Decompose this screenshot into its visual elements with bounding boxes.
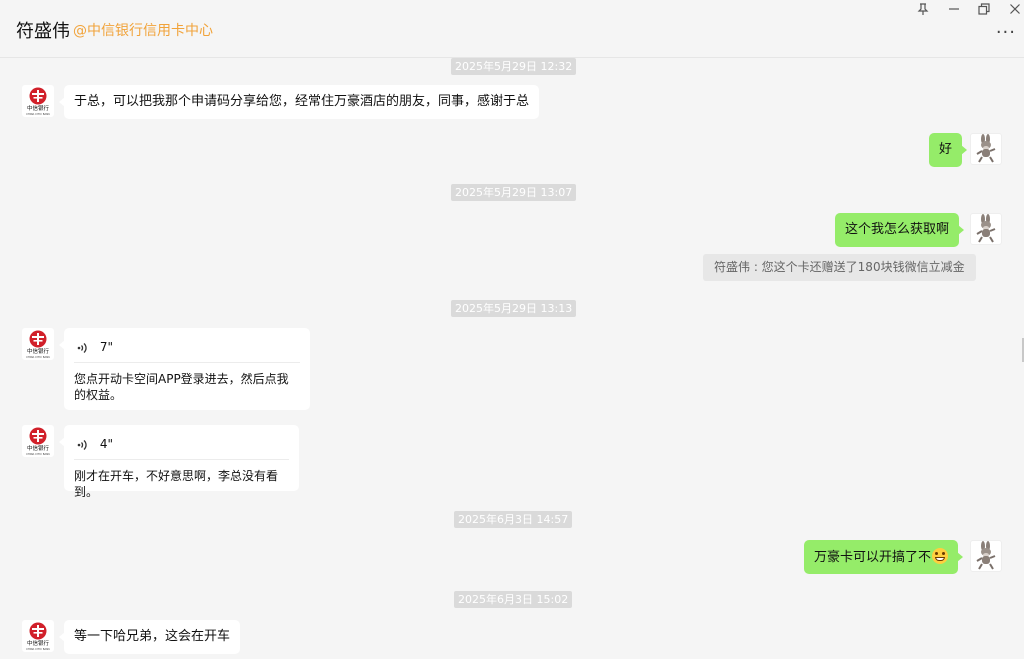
grin-emoji-icon — [932, 548, 949, 564]
contact-org: @中信银行信用卡中心 — [73, 23, 213, 39]
svg-text:中信银行: 中信银行 — [27, 347, 50, 355]
voice-duration: 7" — [99, 340, 113, 354]
message-bubble-outgoing[interactable]: 这个我怎么获取啊 — [835, 213, 965, 247]
voice-message-bubble[interactable]: 4" 刚才在开车，不好意思啊，李总没有看到。 — [59, 425, 299, 499]
contact-avatar[interactable]: 中信银行 CHINA CITIC BANK — [22, 425, 54, 457]
message-bubble-outgoing[interactable]: 万豪卡可以开搞了不 — [804, 540, 964, 574]
voice-duration: 4" — [99, 437, 113, 451]
timestamp: 2025年5月29日 13:13 — [451, 300, 577, 317]
svg-text:CHINA CITIC BANK: CHINA CITIC BANK — [26, 355, 50, 359]
my-avatar[interactable] — [970, 133, 1002, 165]
pin-icon[interactable] — [914, 3, 932, 19]
voice-play-control[interactable]: 7" — [76, 338, 113, 356]
donkey-avatar-icon — [976, 214, 996, 243]
contact-avatar[interactable]: 中信银行 CHINA CITIC BANK — [22, 620, 54, 652]
citic-bank-logo: 中信银行 CHINA CITIC BANK — [26, 330, 50, 359]
contact-avatar[interactable]: 中信银行 CHINA CITIC BANK — [22, 85, 54, 117]
chat-header: 符盛伟 @中信银行信用卡中心 ··· — [0, 0, 1024, 58]
more-options-button[interactable]: ··· — [996, 24, 1016, 42]
close-icon[interactable] — [1006, 3, 1024, 19]
contact-avatar[interactable]: 中信银行 CHINA CITIC BANK — [22, 328, 54, 360]
voice-message-bubble[interactable]: 7" 您点开动卡空间APP登录进去，然后点我的权益。 — [59, 328, 310, 410]
restore-icon[interactable] — [975, 3, 993, 19]
timestamp: 2025年6月3日 14:57 — [454, 511, 573, 528]
message-text: 万豪卡可以开搞了不 — [814, 550, 932, 565]
donkey-avatar-icon — [976, 541, 996, 570]
contact-name[interactable]: 符盛伟 — [16, 17, 70, 43]
minimize-icon[interactable] — [945, 3, 963, 19]
citic-bank-logo: 中信银行 CHINA CITIC BANK — [26, 427, 50, 456]
message-bubble-incoming[interactable]: 等一下哈兄弟，这会在开车 — [58, 620, 241, 654]
timestamp: 2025年5月29日 12:32 — [451, 58, 577, 75]
my-avatar[interactable] — [970, 540, 1002, 572]
svg-text:中信银行: 中信银行 — [27, 444, 50, 452]
svg-text:CHINA CITIC BANK: CHINA CITIC BANK — [26, 647, 50, 651]
svg-text:中信银行: 中信银行 — [27, 104, 50, 112]
divider — [74, 362, 300, 363]
voice-transcript: 刚才在开车，不好意思啊，李总没有看到。 — [74, 469, 279, 499]
voice-wave-icon — [77, 342, 87, 353]
timestamp: 2025年6月3日 15:02 — [454, 591, 573, 608]
message-bubble-outgoing[interactable]: 好 — [929, 133, 968, 167]
voice-wave-icon — [77, 439, 87, 450]
svg-text:CHINA CITIC BANK: CHINA CITIC BANK — [26, 112, 50, 116]
donkey-avatar-icon — [976, 134, 996, 163]
timestamp: 2025年5月29日 13:07 — [451, 184, 577, 201]
voice-transcript: 您点开动卡空间APP登录进去，然后点我的权益。 — [74, 372, 289, 402]
svg-text:CHINA CITIC BANK: CHINA CITIC BANK — [26, 452, 50, 456]
message-bubble-incoming[interactable]: 于总，可以把我那个申请码分享给您，经常住万豪酒店的朋友，同事，感谢于总 — [58, 85, 540, 119]
quoted-message[interactable]: 符盛伟 : 您这个卡还赠送了180块钱微信立减金 — [703, 254, 976, 281]
citic-bank-logo: 中信银行 CHINA CITIC BANK — [26, 622, 50, 651]
voice-play-control[interactable]: 4" — [76, 435, 113, 453]
my-avatar[interactable] — [970, 213, 1002, 245]
svg-text:中信银行: 中信银行 — [27, 639, 50, 647]
divider — [74, 459, 289, 460]
citic-bank-logo: 中信银行 CHINA CITIC BANK — [26, 87, 50, 116]
